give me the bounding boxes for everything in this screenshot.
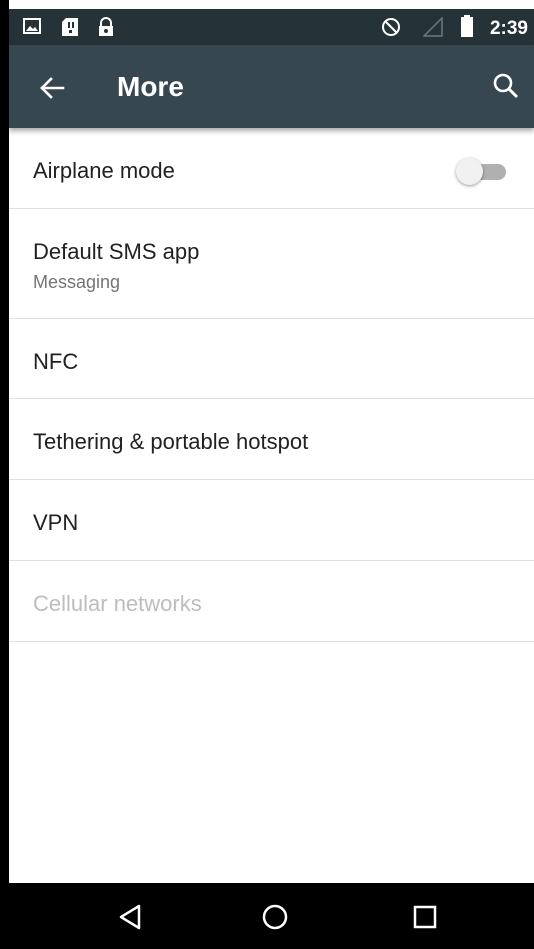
setting-label: Default SMS app <box>33 239 200 264</box>
airplane-mode-toggle[interactable] <box>456 158 506 185</box>
setting-label: Airplane mode <box>33 158 175 183</box>
signal-icon <box>422 16 443 42</box>
home-circle-icon[interactable] <box>258 900 292 934</box>
arrow-back-icon[interactable] <box>37 73 67 103</box>
setting-summary: Messaging <box>33 272 121 292</box>
setting-cellular-networks: Cellular networks <box>9 561 534 642</box>
battery-icon <box>461 15 473 42</box>
left-edge <box>0 0 9 949</box>
toggle-thumb <box>456 158 483 185</box>
status-bar: 2:39 <box>9 9 534 45</box>
settings-list: Airplane mode Default SMS app Messaging … <box>9 128 534 642</box>
setting-label: VPN <box>33 510 79 535</box>
page-title: More <box>117 71 184 102</box>
back-triangle-icon[interactable] <box>113 900 147 934</box>
setting-label: NFC <box>33 349 79 374</box>
image-icon <box>23 17 41 40</box>
navigation-bar <box>9 883 534 949</box>
setting-vpn[interactable]: VPN <box>9 480 534 561</box>
recents-square-icon[interactable] <box>408 900 442 934</box>
setting-label: Tethering & portable hotspot <box>33 429 309 454</box>
setting-airplane-mode[interactable]: Airplane mode <box>9 128 534 209</box>
setting-label: Cellular networks <box>33 591 202 616</box>
setting-nfc[interactable]: NFC <box>9 319 534 399</box>
setting-default-sms-app[interactable]: Default SMS app Messaging <box>9 209 534 319</box>
lock-icon <box>97 17 115 42</box>
screen: 2:39 More Airplane mode Default SMS app … <box>0 0 534 949</box>
app-bar: More <box>9 45 534 128</box>
setting-tethering-hotspot[interactable]: Tethering & portable hotspot <box>9 399 534 480</box>
clock: 2:39 <box>489 18 528 39</box>
do-not-disturb-icon <box>381 17 401 42</box>
search-icon[interactable] <box>490 70 522 102</box>
sd-card-icon <box>61 17 79 42</box>
